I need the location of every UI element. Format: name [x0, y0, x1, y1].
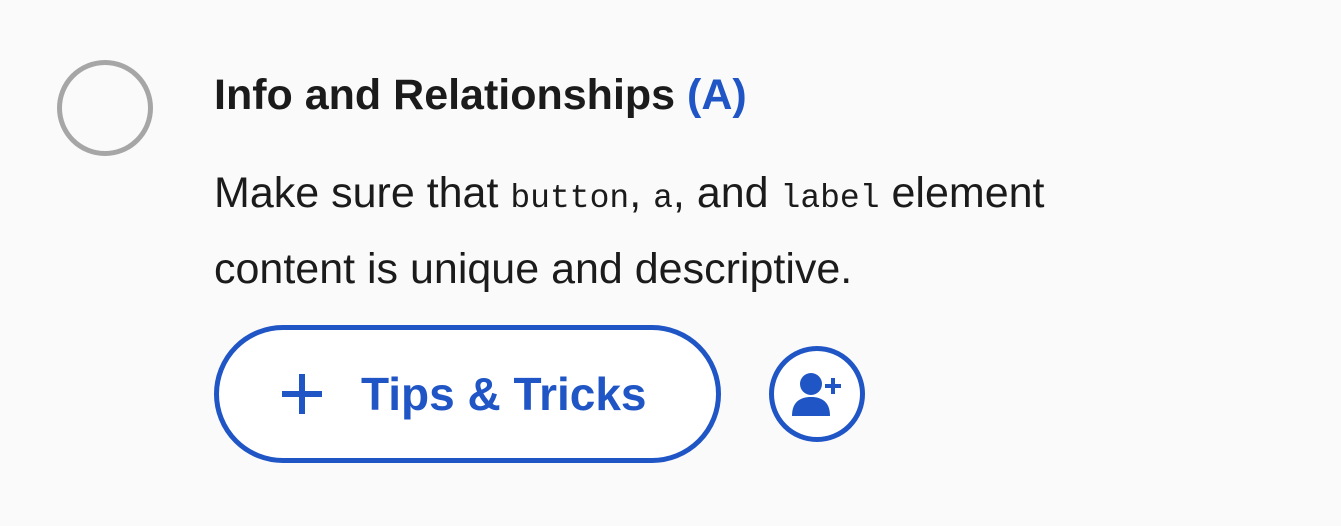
item-title: Info and Relationships (A): [214, 68, 1294, 122]
code-label: label: [780, 180, 880, 217]
item-description: Make sure that button, a, and label elem…: [214, 158, 1214, 305]
description-text: element: [879, 169, 1045, 217]
checklist-item-content: Info and Relationships (A) Make sure tha…: [214, 68, 1294, 305]
description-line-1: Make sure that button, a, and label elem…: [214, 158, 1214, 234]
plus-icon: [282, 374, 322, 414]
description-text: , and: [672, 169, 781, 217]
description-line-2: content is unique and descriptive.: [214, 245, 853, 293]
code-a: a: [653, 180, 673, 217]
tips-and-tricks-button[interactable]: Tips & Tricks: [214, 325, 721, 463]
assign-user-button[interactable]: [769, 346, 865, 442]
item-actions: Tips & Tricks: [214, 325, 865, 463]
description-text: ,: [629, 169, 654, 217]
conformance-level: (A): [687, 71, 747, 119]
user-plus-icon: [792, 373, 841, 416]
tips-button-label: Tips & Tricks: [361, 368, 647, 420]
code-button: button: [510, 180, 630, 217]
status-circle-icon[interactable]: [57, 60, 153, 156]
item-title-text: Info and Relationships: [214, 71, 676, 119]
description-text: Make sure that: [214, 169, 511, 217]
